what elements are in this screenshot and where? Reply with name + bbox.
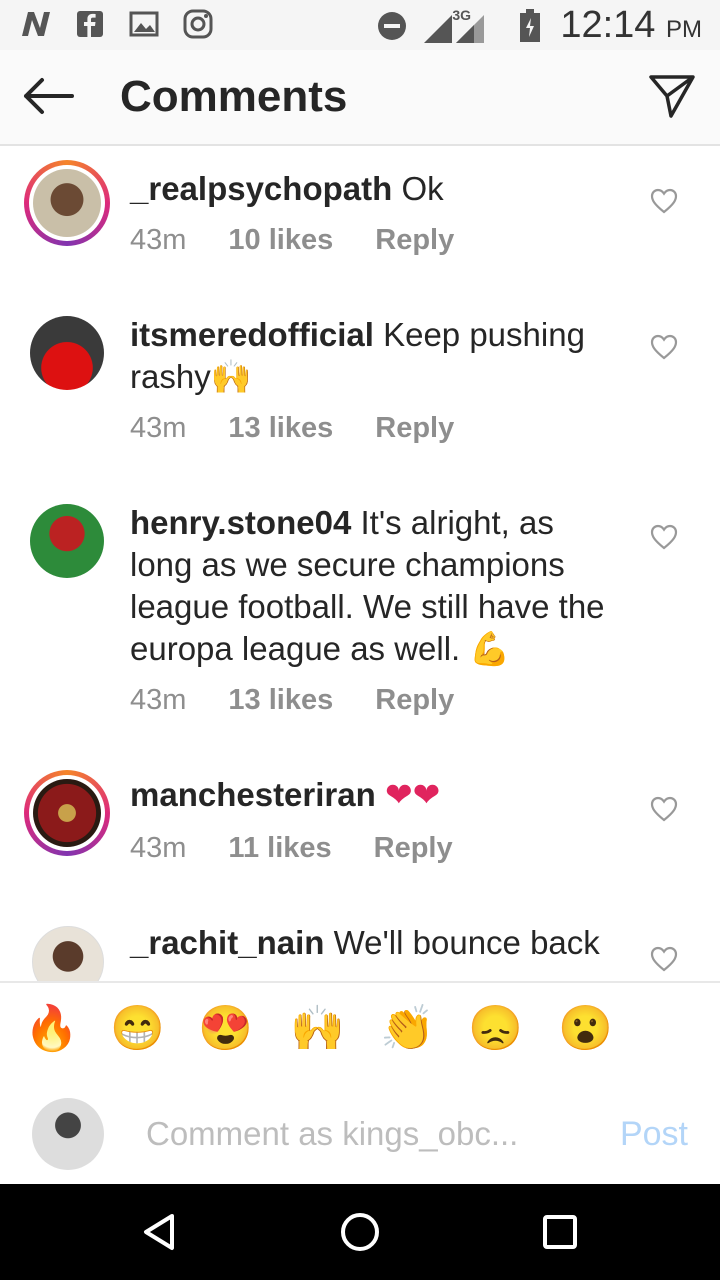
grin-emoji-button[interactable]: 😁 (110, 1003, 165, 1055)
system-nav-bar (0, 1184, 720, 1280)
comment-text: _rachit_nain We'll bounce back (130, 922, 620, 964)
comment-text: _realpsychopath Ok (130, 168, 620, 210)
n-app-icon (20, 8, 52, 40)
reply-button[interactable]: Reply (375, 224, 454, 257)
comment-username[interactable]: _realpsychopath (130, 170, 392, 207)
heart-icon[interactable] (650, 188, 678, 214)
back-triangle-icon[interactable] (138, 1210, 182, 1254)
comment-meta: 43m 10 likes Reply (130, 224, 454, 257)
comment-meta: 43m 13 likes Reply (130, 412, 454, 445)
avatar (32, 1098, 104, 1170)
clap-emoji-button[interactable]: 👏 (380, 1003, 435, 1055)
comment-time: 43m (130, 684, 187, 716)
comment-time: 43m (130, 412, 187, 444)
disappointed-emoji-button[interactable]: 😞 (468, 1003, 523, 1055)
reply-button[interactable]: Reply (374, 832, 453, 865)
comment-time: 43m (130, 224, 187, 256)
avatar[interactable] (30, 316, 104, 390)
heart-icon[interactable] (650, 334, 678, 360)
reply-button[interactable]: Reply (375, 412, 454, 445)
battery-icon (514, 8, 546, 42)
comment-text: manchesteriran ❤❤ (130, 774, 620, 816)
instagram-icon (182, 8, 214, 40)
surprised-emoji-button[interactable]: 😮 (558, 1003, 613, 1055)
comment-body: We'll bounce back (333, 924, 600, 961)
comment-likes[interactable]: 13 likes (228, 684, 333, 717)
comment-composer: Post (0, 1079, 720, 1183)
post-button[interactable]: Post (620, 1115, 688, 1154)
comment-text: itsmeredofficial Keep pushing rashy🙌 (130, 314, 620, 398)
facebook-icon (74, 8, 106, 40)
comment-username[interactable]: manchesteriran (130, 776, 376, 813)
comment-username[interactable]: itsmeredofficial (130, 316, 374, 353)
avatar[interactable] (24, 160, 110, 246)
direct-send-icon[interactable] (648, 72, 696, 120)
header-bar: Comments (0, 50, 720, 146)
page-title: Comments (120, 72, 348, 121)
comment-likes[interactable]: 10 likes (228, 224, 333, 257)
avatar[interactable] (32, 926, 104, 981)
network-type-label: 3G (452, 6, 472, 23)
comment-body: Ok (401, 170, 444, 207)
comment-username[interactable]: _rachit_nain (130, 924, 324, 961)
fire-emoji-button[interactable]: 🔥 (24, 1003, 79, 1055)
raised-hands-emoji-button[interactable]: 🙌 (290, 1003, 345, 1055)
status-bar: 3G 12:14 PM (0, 0, 720, 50)
heart-icon[interactable] (650, 524, 678, 550)
comment-likes[interactable]: 13 likes (228, 412, 333, 445)
recents-square-icon[interactable] (538, 1210, 582, 1254)
avatar[interactable] (24, 770, 110, 856)
back-arrow-icon[interactable] (22, 76, 74, 116)
comment-input[interactable] (144, 1109, 568, 1159)
comment-text: henry.stone04 It's alright, as long as w… (130, 502, 620, 670)
gallery-icon (128, 8, 160, 40)
comment-likes[interactable]: 11 likes (228, 832, 331, 865)
reply-button[interactable]: Reply (375, 684, 454, 717)
comment-meta: 43m 13 likes Reply (130, 684, 454, 717)
do-not-disturb-icon (376, 10, 408, 42)
home-circle-icon[interactable] (338, 1210, 382, 1254)
comment-body: ❤❤ (384, 776, 441, 813)
quick-emoji-bar: 🔥 😁 😍 🙌 👏 😞 😮 (0, 981, 720, 1081)
comment-meta: 43m 11 likes Reply (130, 832, 453, 865)
comments-list[interactable]: _realpsychopath Ok 43m 10 likes Reply it… (0, 146, 720, 981)
comment-username[interactable]: henry.stone04 (130, 504, 351, 541)
clock: 12:14 PM (560, 4, 702, 46)
signal-icon: 3G (422, 7, 500, 45)
comment-time: 43m (130, 832, 187, 864)
heart-icon[interactable] (650, 946, 678, 972)
avatar[interactable] (30, 504, 104, 578)
heart-icon[interactable] (650, 796, 678, 822)
heart-eyes-emoji-button[interactable]: 😍 (198, 1003, 253, 1055)
